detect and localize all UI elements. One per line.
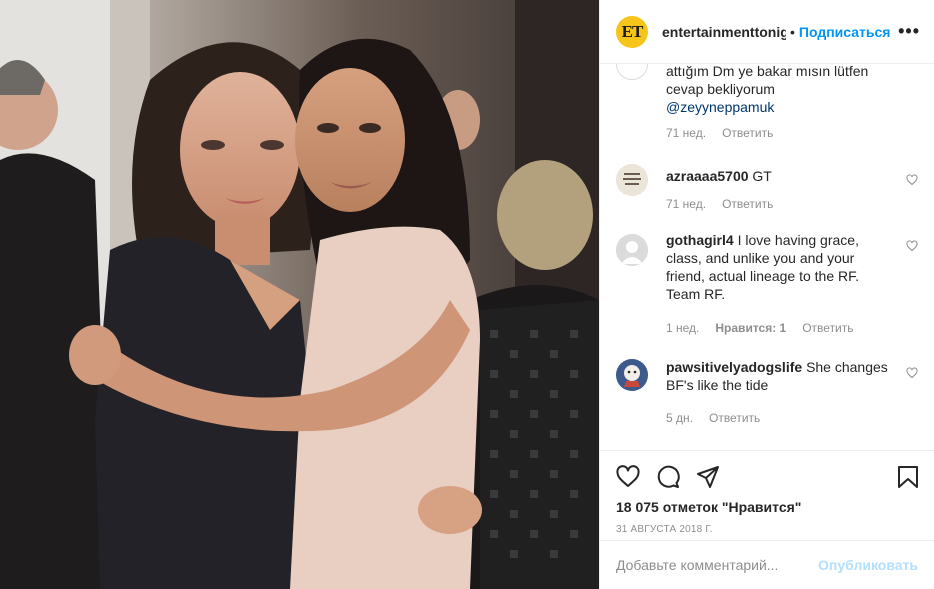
reply-button[interactable]: Ответить xyxy=(802,321,853,335)
comments-list[interactable]: attığım Dm ye bakar mısın lütfen cevap b… xyxy=(600,64,934,450)
comment-meta: 71 нед. Ответить xyxy=(666,197,773,211)
share-paper-plane-icon[interactable] xyxy=(696,465,720,489)
more-options-icon[interactable]: ••• xyxy=(898,21,920,42)
comment-username[interactable]: azraaaa5700 xyxy=(666,168,749,184)
like-comment-heart-icon[interactable] xyxy=(906,240,918,252)
author-avatar-logo: ET xyxy=(621,21,644,41)
commenter-avatar[interactable] xyxy=(616,359,648,391)
commenter-avatar[interactable] xyxy=(616,234,648,266)
commenter-avatar[interactable] xyxy=(616,164,648,196)
comment-meta: 5 дн. Ответить xyxy=(666,411,760,425)
comment-username[interactable]: pawsitivelyadogslife xyxy=(666,359,802,375)
publish-button[interactable]: Опубликовать xyxy=(818,557,918,573)
like-heart-icon[interactable] xyxy=(616,465,640,489)
post-sidebar: ET entertainmenttonight • Подписаться ••… xyxy=(599,0,934,589)
comment-meta: 1 нед. Нравится: 1 Ответить xyxy=(666,321,854,335)
comment-text: GT xyxy=(752,168,772,184)
follow-button[interactable]: Подписаться xyxy=(799,24,891,40)
photo-illustration xyxy=(0,0,599,589)
comment-item: azraaaa5700 GT 71 нед. Ответить xyxy=(616,164,918,224)
likes-count[interactable]: 18 075 отметок "Нравится" xyxy=(616,499,801,515)
comment-text: attığım Dm ye bakar mısın lütfen cevap b… xyxy=(666,64,869,97)
like-comment-heart-icon[interactable] xyxy=(906,174,918,186)
comment-item: pawsitivelyadogslife She changes BF's li… xyxy=(616,359,918,429)
save-bookmark-icon[interactable] xyxy=(896,465,920,489)
post-header: ET entertainmenttonight • Подписаться ••… xyxy=(600,0,934,64)
comment-mention-link[interactable]: @zeyyneppamuk xyxy=(666,99,774,115)
comment-input[interactable] xyxy=(616,557,819,573)
comment-item: attığım Dm ye bakar mısın lütfen cevap b… xyxy=(616,64,918,148)
post-photo[interactable] xyxy=(0,0,599,589)
comment-bubble-icon[interactable] xyxy=(656,465,680,489)
comment-body: azraaaa5700 GT xyxy=(666,167,890,185)
comment-body: gothagirl4 I love having grace, class, a… xyxy=(666,231,890,303)
author-username[interactable]: entertainmenttonight xyxy=(662,24,786,40)
comment-body: pawsitivelyadogslife She changes BF's li… xyxy=(666,358,890,394)
comment-meta: 71 нед. Ответить xyxy=(666,126,773,140)
header-separator: • xyxy=(790,23,795,40)
post-actions: 18 075 отметок "Нравится" 31 АВГУСТА 201… xyxy=(600,450,934,589)
add-comment-bar: Опубликовать xyxy=(600,540,934,589)
reply-button[interactable]: Ответить xyxy=(709,411,760,425)
avatar-image-icon xyxy=(616,164,648,196)
reply-button[interactable]: Ответить xyxy=(722,197,773,211)
author-avatar[interactable]: ET xyxy=(616,15,648,48)
avatar-dog-image-icon xyxy=(616,359,648,391)
commenter-avatar[interactable] xyxy=(616,64,648,80)
comment-time: 71 нед. xyxy=(666,197,707,211)
default-avatar-icon xyxy=(616,234,648,266)
instagram-post: ET entertainmenttonight • Подписаться ••… xyxy=(0,0,934,589)
action-icons-row xyxy=(616,463,920,491)
comment-likes-count[interactable]: Нравится: 1 xyxy=(715,321,786,335)
comment-time: 1 нед. xyxy=(666,321,700,335)
comment-username[interactable]: gothagirl4 xyxy=(666,232,734,248)
comment-body: attığım Dm ye bakar mısın lütfen cevap b… xyxy=(666,64,890,116)
comment-time: 71 нед. xyxy=(666,126,707,140)
like-comment-heart-icon[interactable] xyxy=(906,367,918,379)
reply-button[interactable]: Ответить xyxy=(722,126,773,140)
comment-time: 5 дн. xyxy=(666,411,693,425)
post-date[interactable]: 31 АВГУСТА 2018 Г. xyxy=(616,524,713,535)
